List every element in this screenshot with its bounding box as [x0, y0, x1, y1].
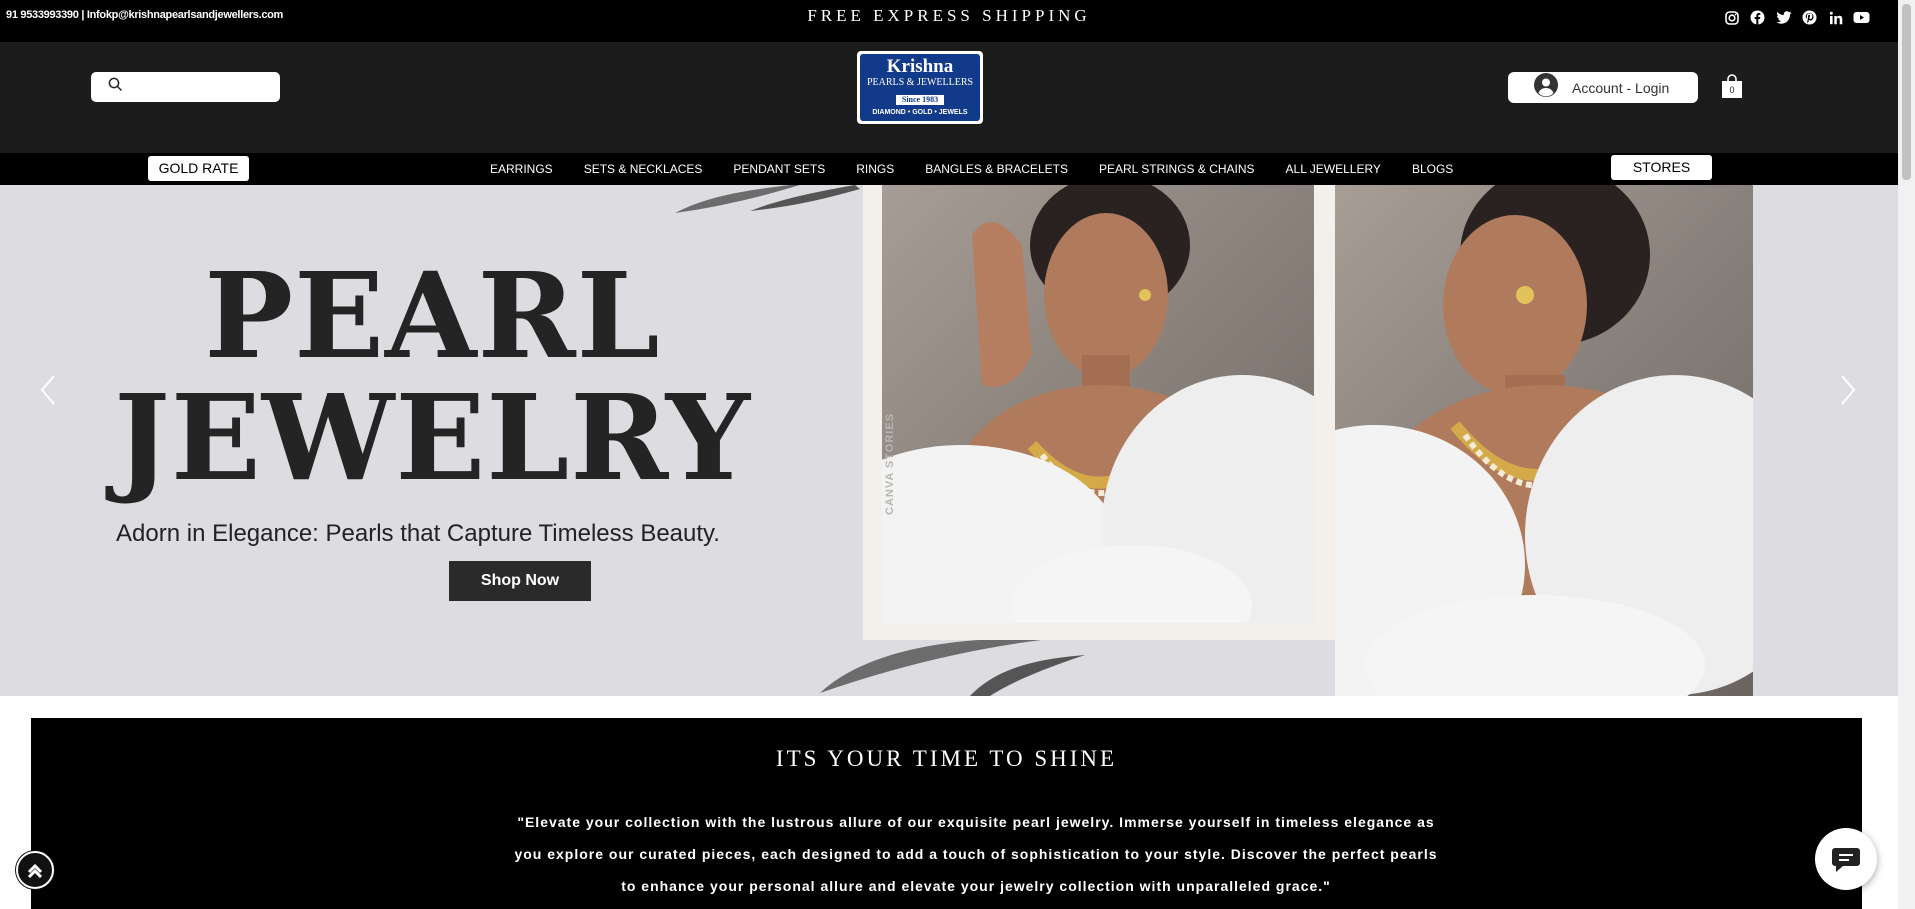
- model-photo-left: CANVA STORIES: [882, 185, 1314, 623]
- slider-prev-button[interactable]: [34, 373, 62, 407]
- nav-item-pearl-strings-chains[interactable]: PEARL STRINGS & CHAINS: [1099, 162, 1255, 176]
- social-links: [1723, 9, 1870, 26]
- logo-tagline: DIAMOND • GOLD • JEWELS: [872, 109, 968, 116]
- youtube-icon[interactable]: [1853, 9, 1870, 26]
- facebook-icon[interactable]: [1749, 9, 1766, 26]
- gold-rate-button[interactable]: GOLD RATE: [148, 156, 249, 181]
- logo-since: Since 1983: [895, 95, 945, 105]
- frame-watermark: CANVA STORIES: [884, 412, 896, 515]
- chat-bubble-icon: [1832, 848, 1860, 872]
- top-bar: 91 9533993390 | Infokp@krishnapearlsandj…: [0, 0, 1898, 42]
- cart-button[interactable]: 0: [1721, 73, 1743, 99]
- hero-title: PEARL JEWELRY: [0, 255, 865, 499]
- linkedin-icon[interactable]: [1827, 9, 1844, 26]
- leaf-decoration: [675, 185, 860, 213]
- nav-menu: EARRINGS SETS & NECKLACES PENDANT SETS R…: [490, 153, 1484, 185]
- logo-badge: Krishna PEARLS & JEWELLERS Since 1983 DI…: [860, 54, 980, 121]
- chat-button[interactable]: [1815, 828, 1877, 890]
- search-box[interactable]: [91, 72, 280, 102]
- logo-subtitle: PEARLS & JEWELLERS: [866, 77, 974, 88]
- instagram-icon[interactable]: [1723, 9, 1740, 26]
- scrollbar-thumb[interactable]: [1902, 4, 1911, 180]
- account-login-label: Account - Login: [1572, 79, 1670, 96]
- search-input[interactable]: [131, 79, 271, 95]
- back-to-top-button[interactable]: [16, 851, 54, 889]
- cart-count: 0: [1729, 85, 1734, 95]
- model-illustration: [882, 185, 1314, 623]
- slider-next-button[interactable]: [1834, 373, 1862, 407]
- account-login-button[interactable]: Account - Login: [1508, 72, 1698, 103]
- model-illustration-right: [1335, 185, 1753, 696]
- nav-item-blogs[interactable]: BLOGS: [1412, 162, 1453, 176]
- chevron-right-icon: [1841, 375, 1856, 405]
- description-line-2: you explore our curated pieces, each des…: [514, 846, 1438, 862]
- nav-item-earrings[interactable]: EARRINGS: [490, 162, 553, 176]
- chevron-left-icon: [40, 375, 55, 405]
- site-logo[interactable]: Krishna PEARLS & JEWELLERS Since 1983 DI…: [857, 51, 983, 124]
- shop-now-button[interactable]: Shop Now: [449, 561, 591, 601]
- hero-title-line-1: PEARL: [204, 246, 661, 385]
- main-nav: GOLD RATE EARRINGS SETS & NECKLACES PEND…: [0, 153, 1898, 185]
- nav-item-pendant-sets[interactable]: PENDANT SETS: [733, 162, 825, 176]
- site-header: Krishna PEARLS & JEWELLERS Since 1983 DI…: [0, 42, 1898, 153]
- hero-slider: PEARL JEWELRY Adorn in Elegance: Pearls …: [0, 185, 1898, 696]
- section-description: "Elevate your collection with the lustro…: [501, 806, 1451, 902]
- section-title: ITS YOUR TIME TO SHINE: [775, 746, 1118, 771]
- user-avatar-icon: [1534, 73, 1558, 102]
- twitter-icon[interactable]: [1775, 9, 1792, 26]
- nav-item-all-jewellery[interactable]: ALL JEWELLERY: [1286, 162, 1381, 176]
- description-line-1: "Elevate your collection with the lustro…: [517, 814, 1435, 830]
- model-photo-right: [1335, 185, 1753, 696]
- page: 91 9533993390 | Infokp@krishnapearlsandj…: [0, 0, 1915, 909]
- description-line-3: to enhance your personal allure and elev…: [621, 878, 1331, 894]
- hero-subtitle: Adorn in Elegance: Pearls that Capture T…: [116, 520, 720, 547]
- logo-name: Krishna: [886, 56, 954, 77]
- chevron-up-icon: [27, 863, 43, 879]
- leaf-decoration-bottom: [820, 638, 1085, 696]
- nav-item-sets-necklaces[interactable]: SETS & NECKLACES: [584, 162, 703, 176]
- nav-item-rings[interactable]: RINGS: [856, 162, 894, 176]
- search-icon: [108, 77, 123, 97]
- nav-item-bangles-bracelets[interactable]: BANGLES & BRACELETS: [925, 162, 1068, 176]
- pinterest-icon[interactable]: [1801, 9, 1818, 26]
- shipping-banner: FREE EXPRESS SHIPPING: [807, 6, 1091, 25]
- stores-button[interactable]: STORES: [1611, 155, 1712, 180]
- hero-title-line-2: JEWELRY: [114, 368, 751, 507]
- shine-section: ITS YOUR TIME TO SHINE "Elevate your col…: [31, 718, 1862, 909]
- shopping-bag-icon: 0: [1722, 74, 1742, 98]
